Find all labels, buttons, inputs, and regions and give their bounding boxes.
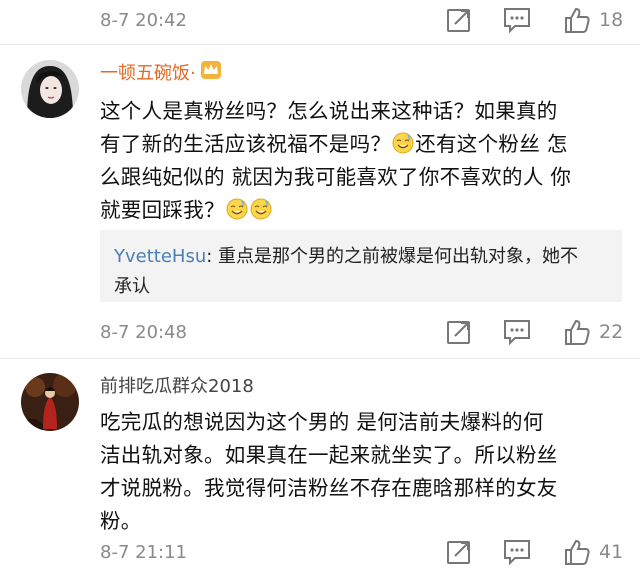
share-icon: [447, 9, 470, 32]
reply-line: 承认: [114, 276, 150, 297]
comment-timestamp: 8-7 21:11: [100, 542, 187, 563]
comment-text: 吃完瓜的想说因为这个男的 是何洁前夫爆料的何 洁出轨对象。如果真在一起来就坐实了…: [100, 406, 622, 538]
comment-icon: [504, 8, 530, 33]
comment-button[interactable]: [503, 539, 531, 565]
comment-line: 就要回踩我？: [100, 194, 622, 227]
comment-line: 才说脱粉。我觉得何洁粉丝不存在鹿晗那样的女友: [100, 476, 558, 500]
comment-action-bar: 8-7 21:11 41: [0, 538, 640, 578]
username-text: 前排吃瓜群众2018: [100, 376, 254, 397]
like-button[interactable]: 22: [563, 318, 623, 346]
comment-action-bar: 8-7 20:42 18: [0, 4, 640, 44]
sweat-smile-emoji-icon: [392, 131, 414, 154]
comment-text: 这个人是真粉丝吗？怎么说出来这种话？如果真的 有了新的生活应该祝福不是吗？ 还有这…: [100, 95, 622, 227]
comment-icon: [504, 320, 530, 345]
thumbs-up-icon: [565, 319, 590, 345]
comment-divider: [0, 44, 640, 45]
crown-badge-icon: [200, 60, 222, 88]
comment-timestamp: 8-7 20:42: [100, 10, 187, 31]
comment-line: 这个人是真粉丝吗？怎么说出来这种话？如果真的: [100, 99, 558, 123]
comment-timestamp: 8-7 20:48: [100, 322, 187, 343]
share-button[interactable]: [446, 319, 472, 345]
comment-line: 洁出轨对象。如果真在一起来就坐实了。所以粉丝: [100, 443, 558, 467]
comment-line: 吃完瓜的想说因为这个男的 是何洁前夫爆料的何: [100, 410, 544, 434]
share-icon: [447, 321, 470, 344]
comment-action-bar: 8-7 20:48 22: [0, 316, 640, 356]
comment-line: 么跟纯妃似的 就因为我可能喜欢了你不喜欢的人 你: [100, 165, 572, 189]
comment-icon: [504, 540, 530, 565]
reply-username[interactable]: YvetteHsu: [114, 246, 206, 267]
like-count: 18: [599, 9, 624, 31]
like-count: 22: [599, 321, 624, 343]
like-button[interactable]: 18: [563, 6, 623, 34]
avatar[interactable]: [21, 373, 79, 431]
thumbs-up-icon: [565, 539, 590, 565]
comment-button[interactable]: [503, 319, 531, 345]
share-icon: [447, 541, 470, 564]
avatar[interactable]: [21, 60, 79, 118]
username-text: 一顿五碗饭·: [100, 63, 196, 84]
share-button[interactable]: [446, 7, 472, 33]
comment-line: 有了新的生活应该祝福不是吗？ 还有这个粉丝 怎: [100, 131, 568, 156]
reply-preview[interactable]: YvetteHsu: 重点是那个男的之前被爆是何出轨对象，她不 承认: [100, 230, 622, 302]
comment-button[interactable]: [503, 7, 531, 33]
reply-line: YvetteHsu: 重点是那个男的之前被爆是何出轨对象，她不: [114, 242, 608, 272]
like-count: 41: [599, 541, 624, 563]
comment-line: 粉。: [100, 509, 142, 533]
reply-text: : 重点是那个男的之前被爆是何出轨对象，她不: [206, 246, 579, 267]
comment-username[interactable]: 前排吃瓜群众2018: [100, 374, 254, 400]
sweat-smile-emoji-icon: [226, 197, 248, 220]
share-button[interactable]: [446, 539, 472, 565]
thumbs-up-icon: [565, 7, 590, 33]
comment-divider: [0, 358, 640, 359]
sweat-smile-emoji-icon: [250, 197, 272, 220]
like-button[interactable]: 41: [563, 538, 623, 566]
comment-username[interactable]: 一顿五碗饭·: [100, 60, 222, 88]
